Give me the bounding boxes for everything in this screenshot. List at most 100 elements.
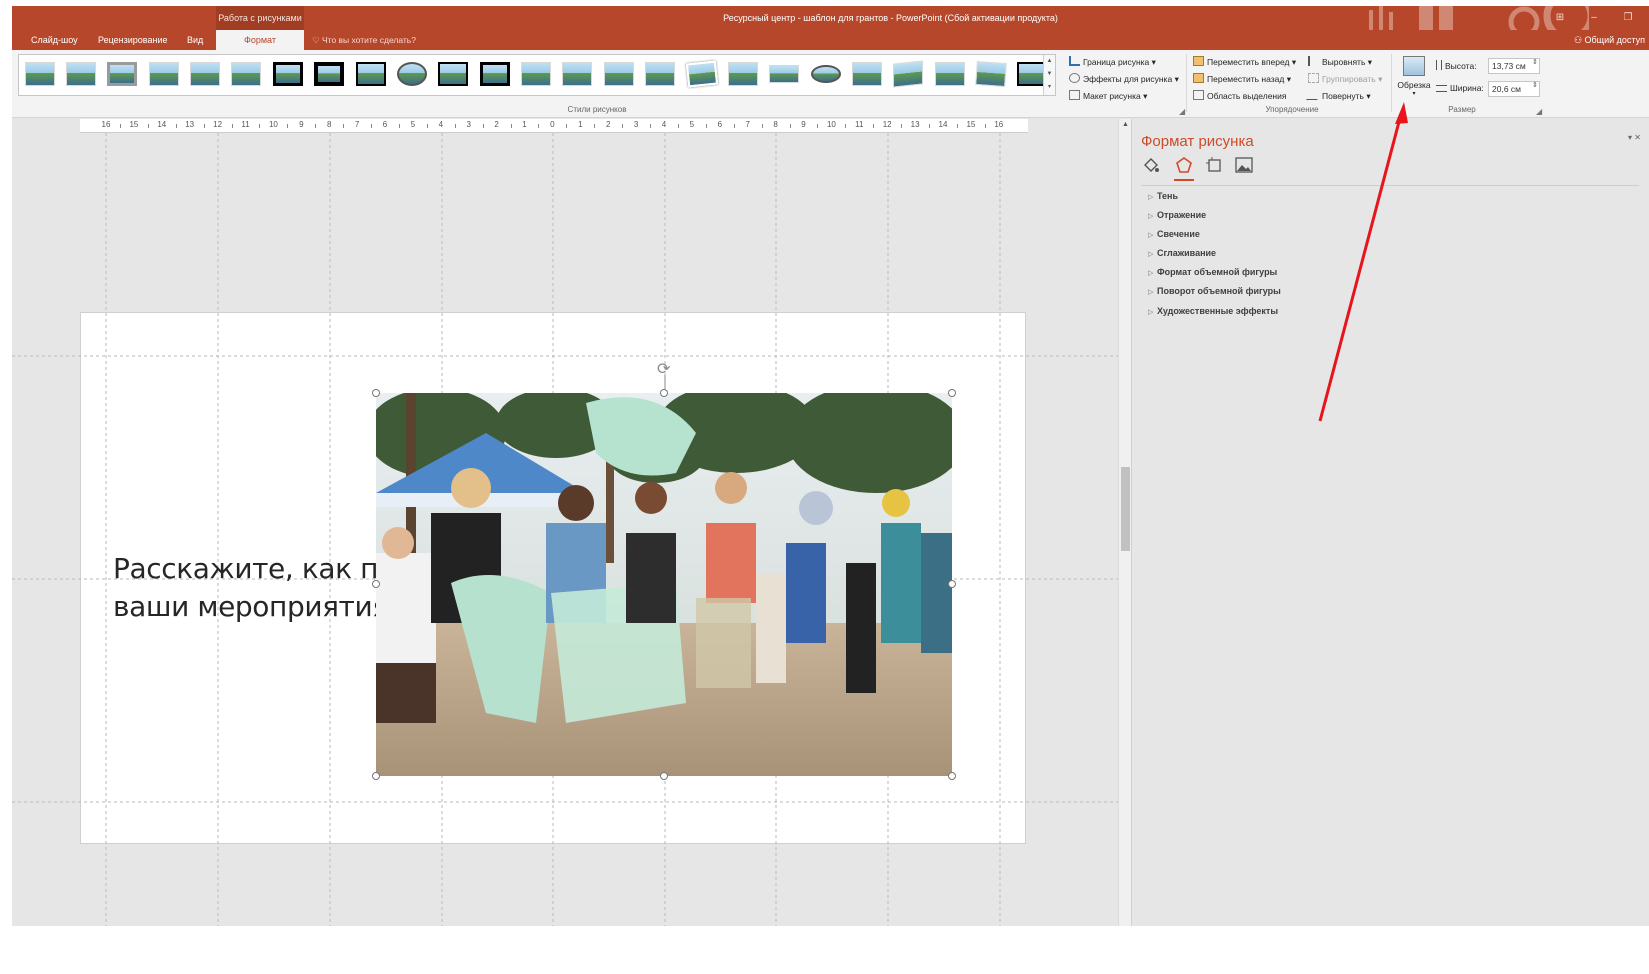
scrollbar-thumb[interactable]: [1121, 467, 1130, 551]
picture-style-thumb[interactable]: [107, 62, 137, 86]
picture-style-thumb[interactable]: [811, 65, 841, 83]
ruler-label: 7: [745, 120, 750, 129]
gallery-up-icon[interactable]: ▲: [1044, 55, 1055, 68]
picture-style-thumb[interactable]: [397, 62, 427, 86]
selection-pane-button[interactable]: Область выделения: [1193, 90, 1286, 101]
share-button[interactable]: ⚇ Общий доступ: [1574, 30, 1645, 50]
align-button[interactable]: Выровнять ▾: [1308, 56, 1372, 68]
beach-cleanup-photo: [376, 393, 952, 776]
effects-pentagon-icon[interactable]: [1174, 155, 1194, 175]
section-shadow[interactable]: ▷ Тень: [1148, 191, 1178, 201]
ruler-tick: [426, 124, 428, 128]
effects-icon: [1069, 73, 1080, 83]
selected-picture[interactable]: [376, 393, 952, 776]
gallery-more-icon[interactable]: ▾: [1044, 81, 1055, 94]
picture-style-thumb[interactable]: [562, 62, 592, 86]
picture-border-button[interactable]: Граница рисунка ▾: [1069, 56, 1156, 68]
group-button[interactable]: Группировать ▾: [1308, 73, 1382, 85]
height-spinner-icon[interactable]: ⇕: [1532, 58, 1538, 66]
picture-style-thumb[interactable]: [769, 65, 799, 83]
picture-style-thumb[interactable]: [480, 62, 510, 86]
picture-style-thumb[interactable]: [149, 62, 179, 86]
crop-button[interactable]: Обрезка ▾: [1397, 54, 1431, 104]
width-spinner-icon[interactable]: ⇕: [1532, 81, 1538, 89]
send-backward-button[interactable]: Переместить назад ▾: [1193, 73, 1291, 85]
ruler-tick: [622, 124, 624, 128]
resize-handle[interactable]: [660, 772, 668, 780]
ribbon-format: ▲ ▼ ▾ Стили рисунков ◢ Граница рисунка ▾…: [12, 50, 1649, 118]
picture-styles-gallery: ▲ ▼ ▾: [18, 54, 1056, 96]
section-glow[interactable]: ▷ Свечение: [1148, 229, 1200, 239]
fill-line-icon[interactable]: [1141, 155, 1161, 175]
picture-style-thumb[interactable]: [685, 60, 719, 88]
picture-style-thumb[interactable]: [975, 60, 1007, 88]
picture-style-thumb[interactable]: [314, 62, 344, 86]
ruler-tick: [594, 124, 596, 128]
picture-style-thumb[interactable]: [356, 62, 386, 86]
picture-layout-button[interactable]: Макет рисунка ▾: [1069, 90, 1147, 102]
ruler-label: 16: [101, 120, 111, 129]
ruler-tick: [147, 124, 149, 128]
picture-style-thumb[interactable]: [645, 62, 675, 86]
slide-body-text[interactable]: Расскажите, как про ваши мероприятия: [113, 550, 413, 626]
section-soft-edges[interactable]: ▷ Сглаживание: [1148, 248, 1216, 258]
picture-styles-launcher-icon[interactable]: ◢: [1179, 107, 1185, 116]
ruler-tick: [705, 124, 707, 128]
section-3d-rotation[interactable]: ▷ Поворот объемной фигуры: [1148, 286, 1281, 296]
resize-handle[interactable]: [372, 580, 380, 588]
pencil-icon: [1069, 56, 1080, 66]
share-label: Общий доступ: [1584, 35, 1645, 45]
height-label: Высота:: [1436, 60, 1477, 71]
tab-slideshow[interactable]: Слайд-шоу: [27, 30, 82, 50]
rotate-button[interactable]: Повернуть ▾: [1306, 90, 1371, 102]
ruler-label: 2: [494, 120, 499, 129]
picture-style-thumb[interactable]: [893, 60, 923, 88]
section-reflection[interactable]: ▷ Отражение: [1148, 210, 1206, 220]
bring-forward-icon: [1193, 56, 1204, 66]
picture-effects-button[interactable]: Эффекты для рисунка ▾: [1069, 73, 1179, 85]
picture-style-thumb[interactable]: [935, 62, 965, 86]
ruler-label: 13: [185, 120, 195, 129]
picture-style-thumb[interactable]: [728, 62, 758, 86]
tell-me-box[interactable]: ♡ Что вы хотите сделать?: [312, 30, 416, 50]
resize-handle[interactable]: [948, 580, 956, 588]
picture-style-thumb[interactable]: [25, 62, 55, 86]
tab-format[interactable]: Формат: [216, 30, 304, 50]
ruler-label: 8: [773, 120, 778, 129]
picture-style-thumb[interactable]: [231, 62, 261, 86]
picture-icon[interactable]: [1234, 155, 1254, 175]
resize-handle[interactable]: [372, 772, 380, 780]
tab-view[interactable]: Вид: [183, 30, 207, 50]
picture-style-thumb[interactable]: [66, 62, 96, 86]
ruler-tick: [677, 124, 679, 128]
slide-text-line-2: ваши мероприятия: [113, 590, 389, 623]
pane-options-icon[interactable]: ▾ ✕: [1628, 133, 1641, 142]
ruler-tick: [398, 124, 400, 128]
ruler-tick: [566, 124, 568, 128]
ribbon-display-options-icon[interactable]: ⊞: [1543, 6, 1577, 30]
arrange-group-label: Упорядочение: [1265, 105, 1319, 114]
minimize-icon[interactable]: –: [1577, 6, 1611, 30]
rotate-handle-icon[interactable]: ⟳: [657, 359, 670, 379]
resize-handle[interactable]: [372, 389, 380, 397]
resize-handle[interactable]: [660, 389, 668, 397]
restore-icon[interactable]: ❐: [1611, 6, 1645, 30]
resize-handle[interactable]: [948, 389, 956, 397]
gallery-down-icon[interactable]: ▼: [1044, 68, 1055, 81]
section-3d-format[interactable]: ▷ Формат объемной фигуры: [1148, 267, 1277, 277]
section-artistic-effects[interactable]: ▷ Художественные эффекты: [1148, 306, 1278, 316]
tab-review[interactable]: Рецензирование: [94, 30, 172, 50]
ruler-label: 14: [938, 120, 948, 129]
vertical-scrollbar[interactable]: ▲: [1118, 119, 1131, 926]
resize-handle[interactable]: [948, 772, 956, 780]
picture-style-thumb[interactable]: [190, 62, 220, 86]
picture-style-thumb[interactable]: [604, 62, 634, 86]
picture-style-thumb[interactable]: [852, 62, 882, 86]
size-properties-icon[interactable]: [1204, 155, 1224, 175]
picture-style-thumb[interactable]: [521, 62, 551, 86]
size-launcher-icon[interactable]: ◢: [1536, 107, 1542, 116]
picture-style-thumb[interactable]: [438, 62, 468, 86]
bring-forward-button[interactable]: Переместить вперед ▾: [1193, 56, 1296, 68]
gallery-scroll[interactable]: ▲ ▼ ▾: [1043, 55, 1055, 95]
picture-style-thumb[interactable]: [273, 62, 303, 86]
